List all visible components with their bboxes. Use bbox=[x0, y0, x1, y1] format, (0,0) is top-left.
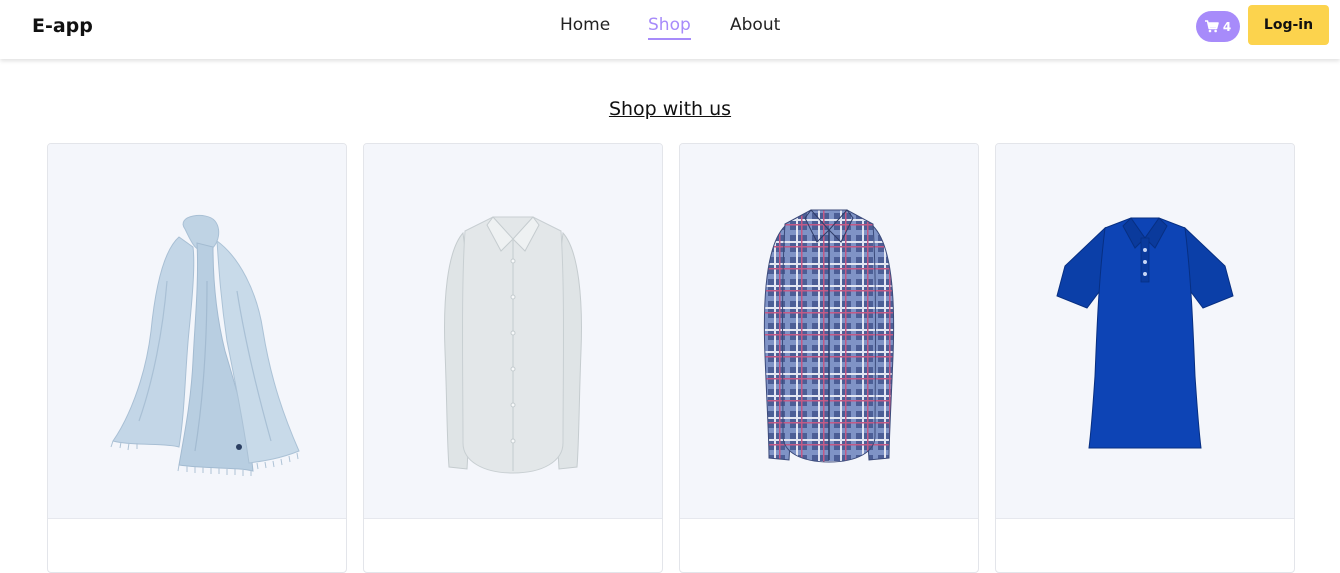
brand-logo[interactable]: E-app bbox=[32, 15, 93, 37]
product-card[interactable] bbox=[363, 143, 663, 573]
product-card[interactable] bbox=[679, 143, 979, 573]
cart-button[interactable]: 4 bbox=[1196, 11, 1240, 42]
nav-link-about[interactable]: About bbox=[730, 15, 780, 35]
product-card[interactable] bbox=[47, 143, 347, 573]
blue-polo-image[interactable] bbox=[996, 144, 1294, 519]
scarf-image[interactable] bbox=[48, 144, 346, 519]
nav-link-home[interactable]: Home bbox=[560, 15, 610, 35]
nav-link-shop[interactable]: Shop bbox=[648, 15, 691, 40]
white-shirt-image[interactable] bbox=[364, 144, 662, 519]
plaid-shirt-image[interactable] bbox=[680, 144, 978, 519]
product-card[interactable] bbox=[995, 143, 1295, 573]
page-title[interactable]: Shop with us bbox=[0, 98, 1340, 120]
navbar: E-app Home Shop About 4 Log-in bbox=[0, 0, 1340, 59]
cart-icon bbox=[1204, 20, 1219, 33]
login-button[interactable]: Log-in bbox=[1248, 5, 1329, 45]
cart-count: 4 bbox=[1222, 19, 1232, 34]
